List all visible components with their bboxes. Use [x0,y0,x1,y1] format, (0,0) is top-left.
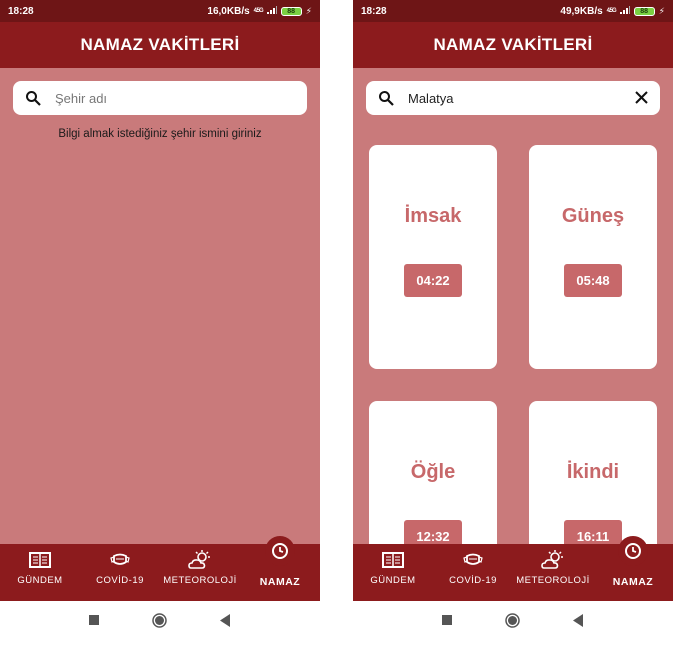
nav-label: GÜNDEM [17,575,63,586]
prayer-name: Güneş [561,205,625,227]
recents-icon[interactable] [89,615,99,625]
clock-icon [618,536,648,566]
search-input[interactable]: Malatya [408,91,454,106]
nav-item-namaz[interactable]: NAMAZ [240,536,320,601]
charging-icon: ⚡ [658,5,665,16]
prayer-card-ikindi: İkindi 16:11 [529,401,657,544]
battery-icon: 88 [633,6,655,16]
clock-icon [265,536,295,566]
nav-label: NAMAZ [259,576,301,588]
prayer-card-gunes: Güneş 05:48 [529,145,657,369]
search-hint: Bilgi almak istediğiniz şehir ismini gir… [58,128,262,140]
recents-icon[interactable] [442,615,452,625]
content-area[interactable]: Malatya İmsak 04:22 Güneş 05:48 Öğle 12:… [353,68,673,544]
content-area: Şehir adı Bilgi almak istediğiniz şehir … [0,68,320,544]
prayer-time: 16:11 [564,520,622,544]
bottom-navigation: GÜNDEM COVİD-19 METEOROLOJİ NAMAZ [353,536,673,601]
prayer-card-imsak: İmsak 04:22 [369,145,497,369]
network-speed: 16,0KB/s [207,5,250,17]
nav-item-meteoroloji[interactable]: METEOROLOJİ [160,544,240,601]
nav-label: COVİD-19 [96,575,144,586]
phone-screen-results: 18:28 49,9KB/s 4.5G 88 ⚡ NAMAZ VAKİTLERİ… [353,0,673,647]
system-navigation [0,601,320,647]
back-icon[interactable] [573,614,584,627]
network-speed: 49,9KB/s [560,5,603,17]
phone-screen-empty-search: 18:28 16,0KB/s 4.5G 88 ⚡ NAMAZ VAKİTLERİ… [0,0,320,647]
status-time: 18:28 [361,5,387,17]
charging-icon: ⚡ [305,5,312,16]
nav-item-covid[interactable]: COVİD-19 [80,544,160,601]
mask-icon [110,550,130,570]
signal-icon [266,5,277,17]
nav-item-covid[interactable]: COVİD-19 [433,544,513,601]
nav-label: METEOROLOJİ [163,575,237,586]
app-title: NAMAZ VAKİTLERİ [0,22,320,68]
prayer-time: 04:22 [404,264,462,297]
status-time: 18:28 [8,5,34,17]
system-navigation [353,601,673,647]
home-icon[interactable] [152,613,167,628]
prayer-time: 12:32 [404,520,462,544]
newspaper-icon [29,550,51,570]
prayer-time: 05:48 [564,264,622,297]
search-icon [26,91,41,106]
network-type: 4.5G [253,8,264,14]
nav-label: COVİD-19 [449,575,497,586]
nav-item-namaz[interactable]: NAMAZ [593,536,673,601]
battery-icon: 88 [280,6,302,16]
search-field[interactable]: Malatya [366,81,660,115]
signal-icon [619,5,630,17]
nav-item-meteoroloji[interactable]: METEOROLOJİ [513,544,593,601]
search-field[interactable]: Şehir adı [13,81,307,115]
back-icon[interactable] [220,614,231,627]
prayer-card-ogle: Öğle 12:32 [369,401,497,544]
status-bar: 18:28 16,0KB/s 4.5G 88 ⚡ [0,0,320,22]
prayer-name: İmsak [404,205,462,227]
nav-item-gundem[interactable]: GÜNDEM [0,544,80,601]
nav-label: METEOROLOJİ [516,575,590,586]
search-input[interactable]: Şehir adı [55,91,107,106]
prayer-name: İkindi [566,461,620,483]
weather-icon [541,550,565,570]
newspaper-icon [382,550,404,570]
search-icon [379,91,394,106]
bottom-navigation: GÜNDEM COVİD-19 METEOROLOJİ NAMAZ [0,536,320,601]
prayer-name: Öğle [410,461,456,483]
mask-icon [463,550,483,570]
close-icon[interactable] [635,88,648,108]
nav-item-gundem[interactable]: GÜNDEM [353,544,433,601]
nav-label: NAMAZ [612,576,654,588]
status-bar: 18:28 49,9KB/s 4.5G 88 ⚡ [353,0,673,22]
home-icon[interactable] [505,613,520,628]
app-title: NAMAZ VAKİTLERİ [353,22,673,68]
weather-icon [188,550,212,570]
nav-label: GÜNDEM [370,575,416,586]
network-type: 4.5G [606,8,617,14]
